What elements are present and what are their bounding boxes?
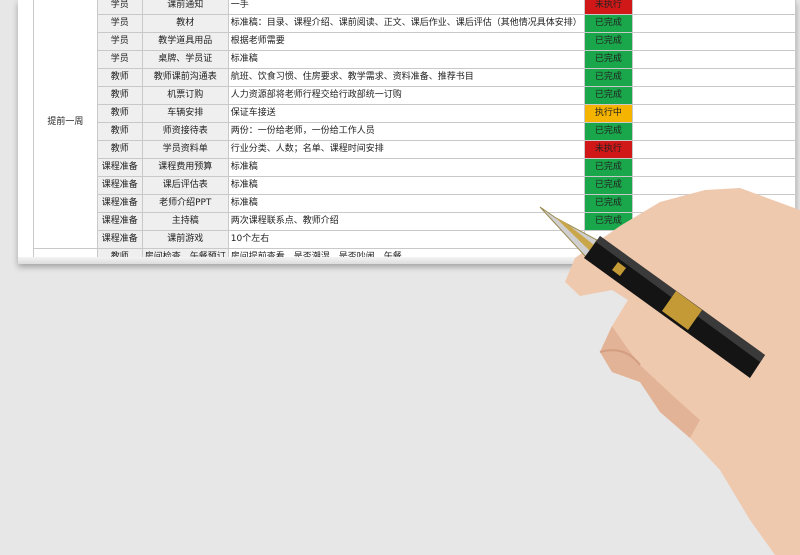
pen-nib-gold: [556, 218, 594, 251]
hand-holding-pen-illustration: [539, 188, 800, 555]
pen-nib: [539, 206, 598, 258]
